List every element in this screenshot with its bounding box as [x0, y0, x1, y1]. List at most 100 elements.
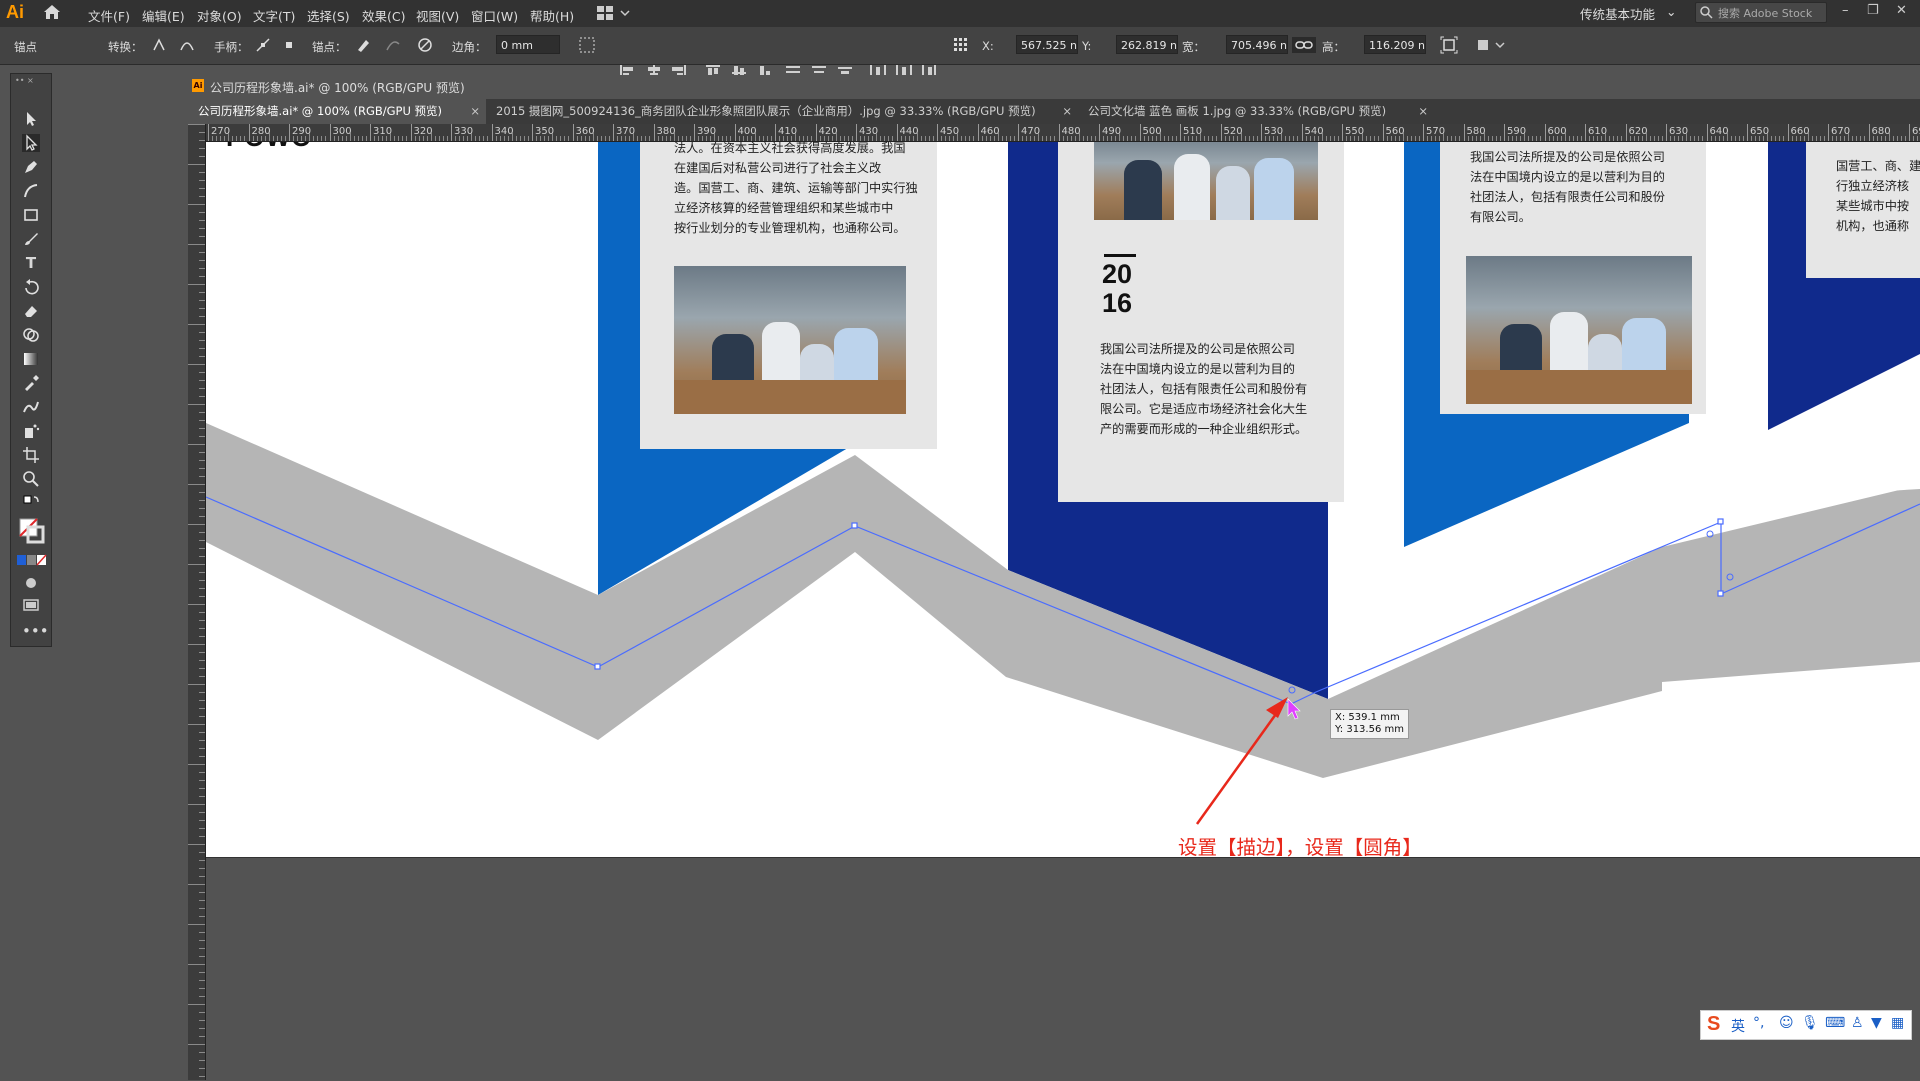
ruler-tick — [1018, 124, 1019, 141]
chevron-down-icon[interactable]: ⌄ — [1666, 4, 1676, 19]
rectangle-tool-icon[interactable] — [22, 206, 40, 224]
ruler-minor-tick — [908, 136, 910, 141]
height-field[interactable]: 116.209 n — [1364, 35, 1426, 54]
minimize-button[interactable]: – — [1842, 3, 1849, 18]
ruler-minor-tick — [297, 136, 299, 141]
connect-anchor-icon[interactable] — [384, 36, 402, 54]
ruler-minor-tick — [313, 136, 315, 141]
ruler-minor-tick — [188, 564, 205, 565]
convert-corner-icon[interactable] — [150, 36, 168, 54]
shape-builder-tool-icon[interactable] — [22, 326, 40, 344]
workspace-switcher[interactable]: 传统基本功能 — [1580, 4, 1655, 23]
vertical-ruler[interactable] — [188, 124, 206, 1080]
type-tool-icon[interactable]: T — [22, 254, 40, 272]
toolbox-icon[interactable]: ▦ — [1891, 1015, 1904, 1031]
menu-object[interactable]: 对象(O) — [197, 6, 242, 25]
gradient-tool-icon[interactable] — [22, 350, 40, 368]
keyboard-icon[interactable]: ⌨ — [1825, 1015, 1845, 1031]
ime-mode[interactable]: 英 — [1731, 1016, 1745, 1036]
user-icon[interactable]: ♙ — [1851, 1015, 1864, 1031]
ruler-minor-tick — [625, 136, 627, 141]
arrange-documents-icon[interactable] — [597, 6, 631, 20]
curvature-tool-icon[interactable] — [22, 182, 40, 200]
timeline-card-3[interactable]: 我国公司法所提及的公司是依照公司 法在中国境内设立的是以营利为目的 社团法人，包… — [1440, 142, 1706, 414]
input-method-bar[interactable]: S 英 °, ☺ 🎙 ⌨ ♙ ▼ ▦ — [1700, 1010, 1912, 1040]
emoji-icon[interactable]: ☺ — [1779, 1015, 1794, 1031]
skin-icon[interactable]: ▼ — [1871, 1015, 1882, 1031]
microphone-icon[interactable]: 🎙 — [1801, 1015, 1819, 1031]
hide-handles-icon[interactable] — [280, 36, 298, 54]
menu-effect[interactable]: 效果(C) — [362, 6, 405, 25]
home-icon[interactable] — [42, 3, 62, 21]
menu-select[interactable]: 选择(S) — [307, 6, 350, 25]
close-button[interactable]: ✕ — [1896, 3, 1907, 18]
horizontal-ruler[interactable]: 270 280 290 300 310 320 330 340 350 360 370 380 390 4… — [205, 124, 1920, 142]
ruler-minor-tick — [199, 628, 205, 629]
ruler-minor-tick — [1050, 136, 1052, 141]
eyedropper-tool-icon[interactable] — [22, 374, 40, 392]
eraser-tool-icon[interactable] — [22, 302, 40, 320]
swap-fill-stroke-icon[interactable] — [22, 494, 40, 512]
close-tab-icon[interactable]: × — [1418, 99, 1428, 124]
ruler-minor-tick — [851, 136, 853, 141]
punctuation-icon[interactable]: °, — [1753, 1015, 1764, 1031]
close-tab-icon[interactable]: × — [470, 99, 480, 124]
ruler-minor-tick — [199, 772, 205, 773]
menu-view[interactable]: 视图(V) — [416, 6, 459, 25]
panel-grip[interactable]: •• × — [15, 76, 47, 85]
ruler-minor-tick — [1309, 136, 1311, 141]
isolate-icon[interactable] — [1440, 36, 1458, 54]
ruler-minor-tick — [188, 164, 205, 165]
fill-stroke-swatch[interactable] — [19, 518, 45, 544]
restore-button[interactable]: ❐ — [1867, 3, 1879, 18]
transform-options-icon[interactable] — [1476, 36, 1506, 54]
y-field[interactable]: 262.819 n — [1116, 35, 1178, 54]
ruler-minor-tick — [799, 136, 801, 141]
menu-file[interactable]: 文件(F) — [88, 6, 130, 25]
menu-help[interactable]: 帮助(H) — [530, 6, 574, 25]
remove-anchor-icon[interactable] — [354, 36, 372, 54]
timeline-card-4[interactable]: 国营工、商、建 行独立经济核 某些城市中按 机构，也通称 — [1806, 142, 1920, 278]
cut-path-icon[interactable] — [416, 36, 434, 54]
symbol-sprayer-tool-icon[interactable] — [22, 422, 40, 440]
width-field[interactable]: 705.496 n — [1226, 35, 1288, 54]
zoom-tool-icon[interactable] — [22, 470, 40, 488]
select-similar-icon[interactable] — [578, 36, 596, 54]
pasteboard[interactable] — [206, 857, 1920, 1081]
tab-document-2[interactable]: 2015 摄图网_500924136_商务团队企业形象照团队展示（企业商用）.j… — [486, 99, 1078, 124]
artboard[interactable]: POWO 法人。在资本主义社会获得高度发展。我国 在建国后对私营公司进行了社会主… — [206, 142, 1920, 857]
ruler-minor-tick — [1082, 136, 1084, 141]
more-tools-icon[interactable]: ••• — [22, 622, 49, 640]
adobe-stock-search[interactable]: 搜索 Adobe Stock — [1695, 2, 1827, 23]
paintbrush-tool-icon[interactable] — [22, 230, 40, 248]
ruler-minor-tick — [596, 136, 598, 141]
menu-window[interactable]: 窗口(W) — [471, 6, 518, 25]
ruler-minor-tick — [1475, 136, 1477, 141]
timeline-card-1[interactable]: 法人。在资本主义社会获得高度发展。我国 在建国后对私营公司进行了社会主义改 造。… — [640, 142, 937, 449]
close-tab-icon[interactable]: × — [1062, 99, 1072, 124]
menu-type[interactable]: 文字(T) — [253, 6, 295, 25]
show-handles-icon[interactable] — [254, 36, 272, 54]
menu-edit[interactable]: 编辑(E) — [142, 6, 185, 25]
direct-selection-tool-icon[interactable] — [22, 134, 40, 152]
color-mode-buttons[interactable] — [17, 554, 47, 566]
ruler-minor-tick — [446, 136, 448, 141]
ruler-tick — [1139, 124, 1141, 141]
tab-document-3[interactable]: 公司文化墙 蓝色 画板 1.jpg @ 33.33% (RGB/GPU 预览) × — [1078, 99, 1434, 124]
timeline-card-2[interactable]: 20 16 我国公司法所提及的公司是依照公司 法在中国境内设立的是以营利为目的 … — [1058, 142, 1344, 502]
convert-smooth-icon[interactable] — [178, 36, 196, 54]
x-field[interactable]: 567.525 n — [1016, 35, 1078, 54]
rotate-tool-icon[interactable] — [22, 278, 40, 296]
transform-grid-icon[interactable] — [952, 36, 970, 54]
ruler-minor-tick — [1321, 133, 1323, 141]
link-proportions-icon[interactable] — [1292, 36, 1316, 54]
screen-mode-icon[interactable] — [22, 596, 40, 614]
drawing-mode-icon[interactable] — [22, 574, 40, 592]
corner-radius-field[interactable]: 0 mm — [496, 35, 560, 54]
tab-document-1[interactable]: 公司历程形象墙.ai* @ 100% (RGB/GPU 预览) × — [188, 99, 486, 124]
selection-tool-icon[interactable] — [22, 110, 40, 128]
artboard-tool-icon[interactable] — [22, 446, 40, 464]
white-notch — [1787, 404, 1920, 497]
puppet-warp-tool-icon[interactable] — [22, 398, 40, 416]
pen-tool-icon[interactable] — [22, 158, 40, 176]
